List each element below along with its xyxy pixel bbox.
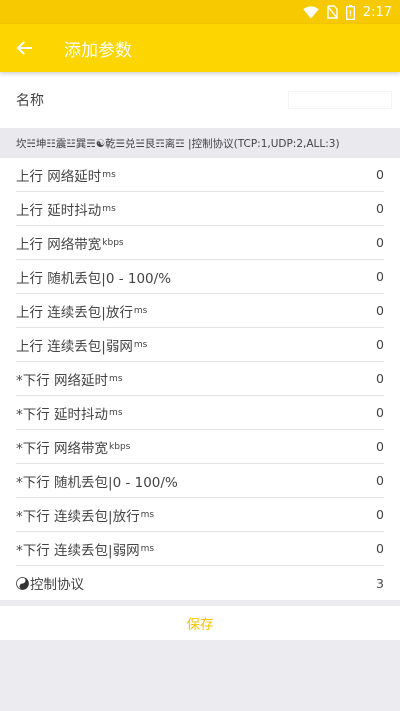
param-value: 0 bbox=[376, 269, 384, 284]
param-value: 0 bbox=[376, 201, 384, 216]
name-row: 名称 bbox=[0, 72, 400, 128]
param-unit: ms bbox=[140, 543, 155, 554]
param-row-down-latency[interactable]: *下行 网络延时 ms 0 bbox=[16, 362, 384, 396]
param-row-up-bandwidth[interactable]: 上行 网络带宽 kbps 0 bbox=[16, 226, 384, 260]
param-unit: ms bbox=[109, 407, 123, 418]
hint-text: 坎☵坤☷震☳巽☴☯乾☰兑☱艮☶离☲ |控制协议(TCP:1,UDP:2,ALL:… bbox=[16, 137, 340, 150]
param-unit: ms bbox=[140, 509, 155, 520]
param-row-protocol[interactable]: 控制协议 3 bbox=[16, 566, 384, 600]
param-row-up-random-loss[interactable]: 上行 随机丢包|0 - 100/% 0 bbox=[16, 260, 384, 294]
param-value: 0 bbox=[376, 337, 384, 352]
param-row-down-burst-pass[interactable]: *下行 连续丢包|放行 ms 0 bbox=[16, 498, 384, 532]
param-value: 0 bbox=[376, 439, 384, 454]
param-value: 0 bbox=[376, 405, 384, 420]
page-title: 添加参数 bbox=[64, 40, 132, 61]
param-unit: kbps bbox=[109, 441, 131, 452]
param-value: 0 bbox=[376, 167, 384, 182]
svg-text:!: ! bbox=[348, 9, 352, 18]
param-unit: ms bbox=[109, 373, 123, 384]
param-value: 0 bbox=[376, 303, 384, 318]
param-value: 0 bbox=[376, 541, 384, 556]
param-unit: ms bbox=[102, 169, 116, 180]
param-row-down-burst-weak[interactable]: *下行 连续丢包|弱网 ms 0 bbox=[16, 532, 384, 566]
param-unit: ms bbox=[133, 305, 148, 316]
arrow-left-icon bbox=[16, 41, 32, 55]
param-value: 0 bbox=[376, 235, 384, 250]
param-row-down-bandwidth[interactable]: *下行 网络带宽 kbps 0 bbox=[16, 430, 384, 464]
protocol-label: 控制协议 bbox=[30, 577, 84, 593]
param-value: 0 bbox=[376, 473, 384, 488]
app-bar: 添加参数 bbox=[0, 24, 400, 72]
name-input[interactable] bbox=[288, 91, 392, 109]
param-row-up-latency[interactable]: 上行 网络延时 ms 0 bbox=[16, 158, 384, 192]
param-unit: ms bbox=[102, 203, 116, 214]
param-row-down-jitter[interactable]: *下行 延时抖动 ms 0 bbox=[16, 396, 384, 430]
param-row-up-burst-pass[interactable]: 上行 连续丢包|放行 ms 0 bbox=[16, 294, 384, 328]
name-label: 名称 bbox=[16, 93, 44, 109]
param-unit: ms bbox=[133, 339, 148, 350]
status-bar: ! 2:17 bbox=[0, 0, 400, 24]
param-label: *下行 连续丢包|放行 bbox=[16, 508, 140, 525]
param-list: 上行 网络延时 ms 0 上行 延时抖动 ms 0 上行 网络带宽 kbps 0 上行… bbox=[0, 158, 400, 600]
param-label: *下行 网络带宽 bbox=[16, 440, 109, 457]
param-label: *下行 连续丢包|弱网 bbox=[16, 542, 140, 559]
wifi-icon bbox=[303, 5, 319, 18]
form-content: 名称 坎☵坤☷震☳巽☴☯乾☰兑☱艮☶离☲ |控制协议(TCP:1,UDP:2,A… bbox=[0, 72, 400, 600]
save-bar: 保存 bbox=[0, 606, 400, 640]
yin-yang-icon bbox=[16, 576, 29, 590]
param-label: 上行 随机丢包|0 - 100/% bbox=[16, 270, 172, 287]
status-time: 2:17 bbox=[362, 4, 392, 20]
save-button[interactable]: 保存 bbox=[0, 606, 400, 640]
param-label: 上行 连续丢包|弱网 bbox=[16, 338, 133, 355]
hint-bar: 坎☵坤☷震☳巽☴☯乾☰兑☱艮☶离☲ |控制协议(TCP:1,UDP:2,ALL:… bbox=[0, 128, 400, 158]
protocol-value: 3 bbox=[376, 575, 384, 591]
battery-icon: ! bbox=[345, 4, 355, 20]
param-label: 上行 延时抖动 bbox=[16, 202, 102, 219]
param-value: 0 bbox=[376, 371, 384, 386]
param-unit: kbps bbox=[102, 237, 124, 248]
param-label: *下行 随机丢包|0 - 100/% bbox=[16, 474, 178, 491]
param-row-up-burst-weak[interactable]: 上行 连续丢包|弱网 ms 0 bbox=[16, 328, 384, 362]
param-row-down-random-loss[interactable]: *下行 随机丢包|0 - 100/% 0 bbox=[16, 464, 384, 498]
param-value: 0 bbox=[376, 507, 384, 522]
back-button[interactable] bbox=[0, 24, 48, 72]
param-label: *下行 延时抖动 bbox=[16, 406, 109, 423]
param-row-up-jitter[interactable]: 上行 延时抖动 ms 0 bbox=[16, 192, 384, 226]
param-label: 上行 网络延时 bbox=[16, 168, 102, 185]
param-label: *下行 网络延时 bbox=[16, 372, 109, 389]
param-label: 上行 网络带宽 bbox=[16, 236, 102, 253]
no-sim-icon bbox=[326, 5, 338, 19]
param-label: 上行 连续丢包|放行 bbox=[16, 304, 133, 321]
